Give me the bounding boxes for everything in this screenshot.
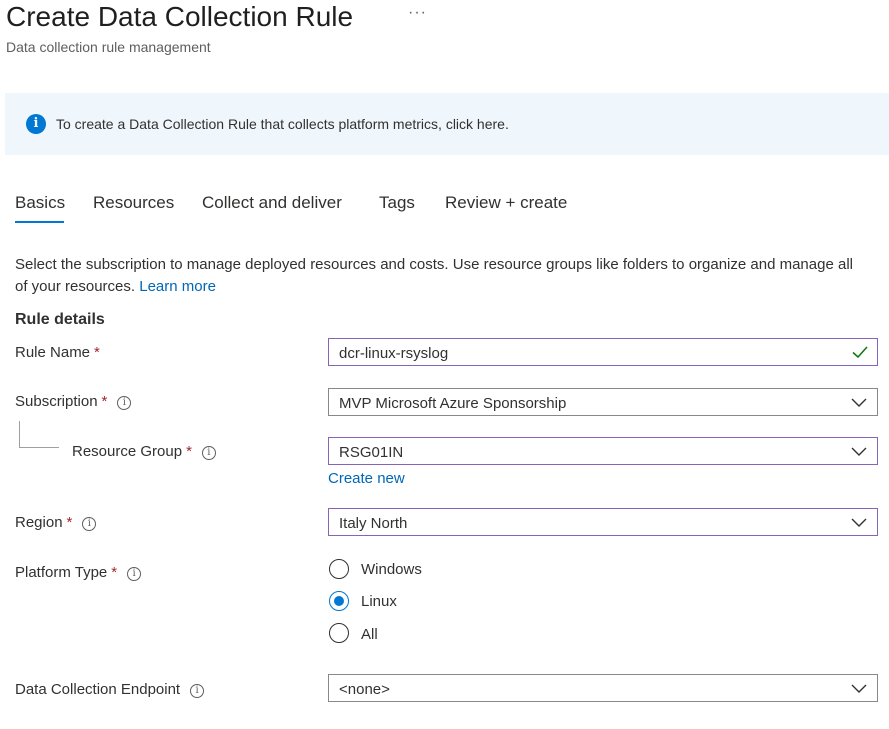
info-icon[interactable]: i xyxy=(190,684,205,698)
rule-name-label-text: Rule Name xyxy=(15,344,91,361)
resource-group-label-text: Resource Group xyxy=(72,443,183,460)
info-icon[interactable]: i xyxy=(82,517,97,531)
tree-connector xyxy=(19,447,59,448)
region-label: Region * i xyxy=(15,514,97,531)
required-marker: * xyxy=(186,443,192,460)
required-marker: * xyxy=(66,514,73,531)
tab-review-create[interactable]: Review + create xyxy=(445,193,567,213)
subscription-select[interactable]: MVP Microsoft Azure Sponsorship xyxy=(328,388,878,416)
endpoint-select[interactable]: <none> xyxy=(328,674,878,702)
region-value: Italy North xyxy=(339,515,408,532)
required-marker: * xyxy=(111,564,118,581)
required-marker: * xyxy=(101,393,108,410)
info-icon: i xyxy=(26,114,46,134)
rule-name-label: Rule Name * xyxy=(15,344,100,361)
chevron-down-icon xyxy=(851,518,867,527)
platform-type-label: Platform Type * i xyxy=(15,564,142,581)
tab-resources[interactable]: Resources xyxy=(93,193,174,213)
subscription-label: Subscription * i xyxy=(15,393,132,410)
create-new-link[interactable]: Create new xyxy=(328,470,405,487)
radio-all[interactable] xyxy=(329,623,349,643)
info-icon[interactable]: i xyxy=(127,567,142,581)
info-icon[interactable]: i xyxy=(117,396,132,410)
subscription-value: MVP Microsoft Azure Sponsorship xyxy=(339,395,567,412)
intro-description: Select the subscription to manage deploy… xyxy=(15,254,855,298)
tab-active-indicator xyxy=(15,221,64,223)
checkmark-icon xyxy=(852,346,868,359)
resource-group-select[interactable]: RSG01IN xyxy=(328,437,878,465)
learn-more-link[interactable]: Learn more xyxy=(139,278,216,295)
chevron-down-icon xyxy=(851,447,867,456)
tree-connector xyxy=(19,421,20,447)
info-icon[interactable]: i xyxy=(201,446,216,460)
region-label-text: Region xyxy=(15,514,63,531)
rule-name-value: dcr-linux-rsyslog xyxy=(339,345,449,362)
region-select[interactable]: Italy North xyxy=(328,508,878,536)
chevron-down-icon xyxy=(851,398,867,407)
section-title: Rule details xyxy=(15,311,105,328)
radio-windows[interactable] xyxy=(329,559,349,579)
required-marker: * xyxy=(94,344,100,361)
tab-collect-and-deliver[interactable]: Collect and deliver xyxy=(202,193,342,213)
info-banner-text[interactable]: To create a Data Collection Rule that co… xyxy=(56,116,509,132)
endpoint-value: <none> xyxy=(339,681,390,698)
page-subtitle: Data collection rule management xyxy=(6,39,211,55)
radio-linux[interactable] xyxy=(329,591,349,611)
resource-group-label: Resource Group * i xyxy=(72,443,216,460)
chevron-down-icon xyxy=(851,684,867,693)
platform-type-label-text: Platform Type xyxy=(15,564,108,581)
page-title: Create Data Collection Rule xyxy=(6,1,354,32)
resource-group-value: RSG01IN xyxy=(339,444,404,461)
radio-label-windows[interactable]: Windows xyxy=(361,561,422,578)
more-options-button[interactable]: ··· xyxy=(408,4,427,22)
endpoint-label-text: Data Collection Endpoint xyxy=(15,681,181,698)
radio-label-linux[interactable]: Linux xyxy=(361,593,397,610)
radio-label-all[interactable]: All xyxy=(361,626,378,643)
tab-basics[interactable]: Basics xyxy=(15,193,65,213)
tab-tags[interactable]: Tags xyxy=(379,193,415,213)
subscription-label-text: Subscription xyxy=(15,393,98,410)
endpoint-label: Data Collection Endpoint i xyxy=(15,681,205,698)
rule-name-input[interactable]: dcr-linux-rsyslog xyxy=(328,338,878,366)
